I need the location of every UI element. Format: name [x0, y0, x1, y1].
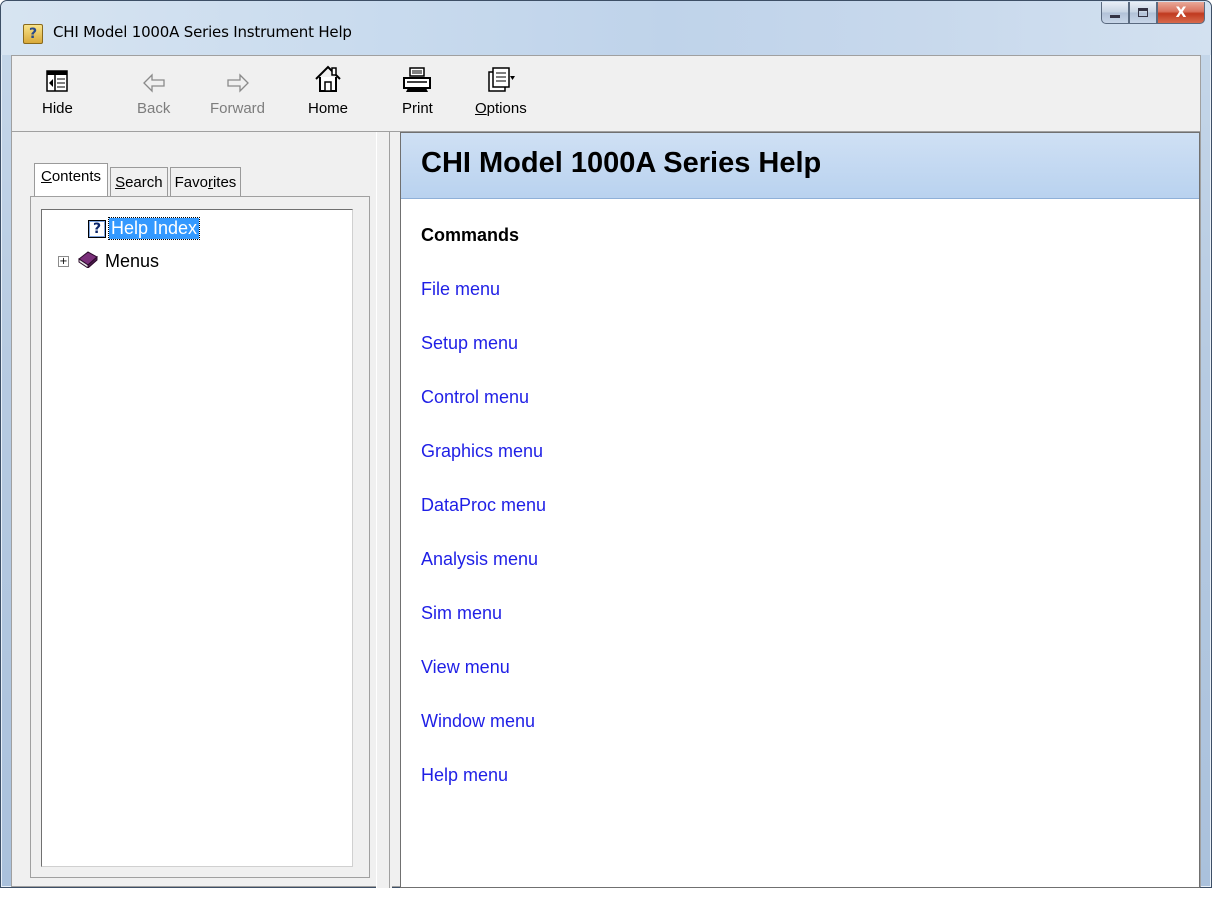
back-label: Back: [137, 100, 171, 117]
options-label: Options: [475, 100, 527, 117]
printer-icon: [402, 56, 432, 96]
forward-arrow-icon: [225, 56, 251, 96]
print-button[interactable]: Print: [402, 56, 433, 132]
link-sim-menu[interactable]: Sim menu: [421, 603, 502, 624]
link-analysis-menu[interactable]: Analysis menu: [421, 549, 538, 570]
maximize-icon: [1138, 8, 1148, 17]
hide-label: Hide: [42, 100, 73, 117]
minimize-icon: [1110, 15, 1120, 18]
home-icon: [313, 56, 343, 96]
tab-contents[interactable]: Contents: [34, 163, 109, 198]
link-help-menu[interactable]: Help menu: [421, 765, 508, 786]
link-control-menu[interactable]: Control menu: [421, 387, 529, 408]
pane-splitter[interactable]: [376, 132, 392, 888]
topic-pane: CHI Model 1000A Series Help Commands Fil…: [400, 132, 1200, 888]
close-button[interactable]: X: [1157, 2, 1205, 24]
help-book-icon[interactable]: ?: [23, 24, 43, 44]
link-dataproc-menu[interactable]: DataProc menu: [421, 495, 546, 516]
book-icon: [77, 250, 99, 273]
question-page-icon: ?: [88, 219, 106, 238]
tree-item-menus[interactable]: + Menus: [58, 250, 159, 273]
options-button[interactable]: Options: [475, 56, 527, 132]
toolbar: Hide Back Forward Home Print Options: [11, 55, 1201, 131]
nav-tabs: Contents Search Favorites: [34, 162, 243, 198]
contents-panel: ? Help Index + Menus: [30, 196, 370, 878]
forward-button[interactable]: Forward: [210, 56, 265, 132]
link-file-menu[interactable]: File menu: [421, 279, 500, 300]
client-area: Contents Search Favorites ? Help Index +: [11, 131, 1201, 888]
minimize-button[interactable]: [1101, 2, 1129, 24]
link-graphics-menu[interactable]: Graphics menu: [421, 441, 543, 462]
tree-item-label: Help Index: [107, 217, 201, 240]
section-title: Commands: [421, 225, 520, 245]
tab-favorites[interactable]: Favorites: [169, 167, 242, 197]
tree-item-help-index[interactable]: ? Help Index: [88, 217, 201, 240]
contents-tree[interactable]: ? Help Index + Menus: [41, 209, 353, 867]
close-icon: X: [1175, 4, 1187, 21]
help-window: ? CHI Model 1000A Series Instrument Help…: [0, 0, 1212, 888]
link-setup-menu[interactable]: Setup menu: [421, 333, 518, 354]
link-view-menu[interactable]: View menu: [421, 657, 510, 678]
tree-item-label: Menus: [105, 251, 160, 271]
caption-buttons: X: [1101, 2, 1205, 29]
tab-search[interactable]: Search: [110, 167, 168, 197]
print-label: Print: [402, 100, 433, 117]
title-bar[interactable]: ? CHI Model 1000A Series Instrument Help…: [1, 1, 1211, 55]
back-arrow-icon: [141, 56, 167, 96]
window-title: CHI Model 1000A Series Instrument Help: [53, 23, 352, 41]
home-label: Home: [308, 100, 349, 117]
maximize-button[interactable]: [1129, 2, 1157, 24]
home-button[interactable]: Home: [308, 56, 348, 132]
back-button[interactable]: Back: [137, 56, 170, 132]
options-icon: [486, 56, 516, 96]
hide-pane-icon: [44, 56, 70, 96]
topic-title: CHI Model 1000A Series Help: [401, 133, 1199, 199]
expand-icon[interactable]: +: [58, 256, 69, 267]
link-window-menu[interactable]: Window menu: [421, 711, 535, 732]
hide-button[interactable]: Hide: [42, 56, 73, 132]
forward-label: Forward: [210, 100, 266, 117]
